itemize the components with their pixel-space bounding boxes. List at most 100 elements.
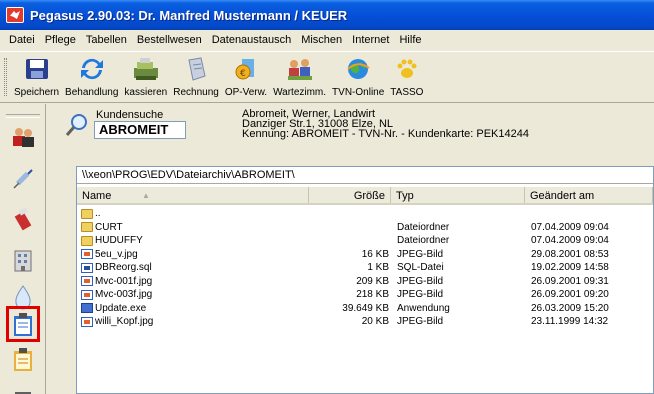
rechnung-button[interactable]: Rechnung: [173, 52, 219, 102]
image-file-icon: [81, 276, 93, 287]
file-name-cell: 5eu_v.jpg: [77, 249, 309, 260]
column-header-date[interactable]: Geändert am: [525, 187, 653, 203]
column-header-size[interactable]: Größe: [309, 187, 391, 203]
sidebar-injection-button[interactable]: [8, 164, 38, 194]
file-name-cell: CURT: [77, 222, 309, 233]
sidebar-medicine-button[interactable]: [8, 204, 38, 234]
tasso-label: TASSO: [390, 87, 424, 98]
folder-icon: [81, 208, 93, 219]
speichern-button[interactable]: Speichern: [14, 52, 59, 102]
speichern-label: Speichern: [14, 87, 60, 98]
file-browser: \\xeon\PROG\EDV\Dateiarchiv\ABROMEIT\ Na…: [76, 166, 654, 394]
op-verw-label: OP-Verw.: [224, 87, 268, 98]
kassieren-button[interactable]: kassieren: [124, 52, 167, 102]
tasso-button[interactable]: TASSO: [390, 52, 423, 102]
column-header-name[interactable]: Name ▲: [77, 187, 309, 203]
customer-search-label: Kundensuche: [96, 109, 164, 121]
op-verw-button[interactable]: € OP-Verw.: [225, 52, 267, 102]
sidebar-more-button[interactable]: [8, 380, 38, 394]
sidebar-customers-button[interactable]: [8, 122, 38, 152]
behandlung-label: Behandlung: [65, 87, 119, 98]
file-size: 20 KB: [361, 316, 389, 328]
image-file-icon: [81, 289, 93, 300]
tvn-online-button[interactable]: TVN-Online: [332, 52, 384, 102]
menu-datenaustausch[interactable]: Datenaustausch: [207, 34, 297, 46]
file-type: JPEG-Bild: [397, 275, 444, 287]
file-type: Dateiordner: [397, 235, 450, 247]
file-row[interactable]: CURT Dateiordner 07.04.2009 09:04: [77, 221, 653, 235]
menu-bestellwesen[interactable]: Bestellwesen: [132, 34, 207, 46]
sidebar-building-button[interactable]: [8, 244, 38, 274]
paw-print-icon: [392, 56, 422, 82]
notepad-icon: [14, 348, 32, 371]
menu-internet[interactable]: Internet: [347, 34, 394, 46]
file-row[interactable]: Update.exe 39.649 KB Anwendung 26.03.2009 1…: [77, 302, 653, 316]
syringe-icon: [13, 169, 33, 189]
menu-datei[interactable]: Datei: [4, 34, 40, 46]
tvn-online-label: TVN-Online: [332, 87, 385, 98]
file-row[interactable]: Mvc-001f.jpg 209 KB JPEG-Bild 26.09.2001 09…: [77, 275, 653, 289]
customer-info: Abromeit, Werner, Landwirt Danziger Str.…: [242, 109, 529, 140]
file-name: Mvc-001f.jpg: [95, 275, 153, 287]
file-type: Dateiordner: [397, 221, 450, 233]
file-name-cell: Update.exe: [77, 303, 309, 314]
waiting-room-people-icon: [285, 56, 315, 82]
menu-hilfe[interactable]: Hilfe: [394, 34, 426, 46]
sidebar-notes-button[interactable]: [8, 344, 38, 374]
file-name-cell: DBReorg.sql: [77, 262, 309, 273]
globe-icon: [343, 56, 373, 82]
file-date: 23.11.1999 14:32: [531, 316, 609, 328]
file-name-cell: HUDUFFY: [77, 235, 309, 246]
file-name-cell: Mvc-003f.jpg: [77, 289, 309, 300]
file-name: willi_Kopf.jpg: [95, 316, 154, 328]
sidebar-separator: [6, 114, 40, 118]
cash-register-icon: [131, 56, 161, 82]
file-row[interactable]: willi_Kopf.jpg 20 KB JPEG-Bild 23.11.1999 1…: [77, 315, 653, 329]
people-icon: [13, 128, 34, 147]
file-row[interactable]: 5eu_v.jpg 16 KB JPEG-Bild 29.08.2001 08:53: [77, 248, 653, 262]
file-name: Update.exe: [95, 302, 147, 314]
medicine-bottle-icon: [14, 207, 32, 231]
file-type: JPEG-Bild: [397, 248, 444, 260]
menu-pflege[interactable]: Pflege: [40, 34, 81, 46]
pegasus-logo-icon: [6, 7, 24, 23]
wartezimmer-button[interactable]: Wartezimm.: [273, 52, 326, 102]
file-name: CURT: [95, 221, 123, 233]
behandlung-button[interactable]: Behandlung: [65, 52, 118, 102]
file-size: 209 KB: [356, 275, 389, 287]
file-name: 5eu_v.jpg: [95, 248, 138, 260]
file-size: 16 KB: [361, 248, 389, 260]
file-name: HUDUFFY: [95, 235, 143, 247]
file-date: 26.09.2001 09:31: [531, 275, 609, 287]
title-bar[interactable]: Pegasus 2.90.03: Dr. Manfred Mustermann …: [0, 0, 654, 30]
file-date: 07.04.2009 09:04: [531, 221, 609, 233]
image-file-icon: [81, 316, 93, 327]
file-row[interactable]: ..: [77, 207, 653, 221]
refresh-arrows-icon: [77, 56, 107, 82]
file-name-cell: ..: [77, 208, 309, 219]
column-name-label: Name: [82, 190, 112, 202]
file-name: Mvc-003f.jpg: [95, 289, 153, 301]
menu-bar: Datei Pflege Tabellen Bestellwesen Daten…: [0, 30, 654, 50]
file-name: ..: [95, 208, 101, 220]
sidebar-file-archive-button[interactable]: [6, 306, 40, 342]
column-header-type[interactable]: Typ: [391, 187, 525, 203]
customer-search-input[interactable]: ABROMEIT: [94, 121, 186, 139]
toolbar-grip[interactable]: [4, 58, 7, 96]
menu-tabellen[interactable]: Tabellen: [81, 34, 132, 46]
menu-mischen[interactable]: Mischen: [296, 34, 347, 46]
floppy-disk-icon: [22, 56, 52, 82]
wartezimmer-label: Wartezimm.: [273, 87, 327, 98]
file-row[interactable]: Mvc-003f.jpg 218 KB JPEG-Bild 26.09.2001 09…: [77, 288, 653, 302]
main-toolbar: Speichern Behandlung kassieren Rechnung …: [0, 51, 654, 103]
building-icon: [14, 250, 32, 272]
kassieren-label: kassieren: [124, 87, 168, 98]
magnifier-icon[interactable]: [64, 112, 90, 138]
file-row[interactable]: HUDUFFY Dateiordner 07.04.2009 09:04: [77, 234, 653, 248]
file-row[interactable]: DBReorg.sql 1 KB SQL-Datei 19.02.2009 14:58: [77, 261, 653, 275]
folder-icon: [81, 235, 93, 246]
file-list: .. CURT Dateiordner 07.04.2009 09:04 HUDUFFY…: [77, 205, 653, 329]
file-date: 07.04.2009 09:04: [531, 235, 609, 247]
path-field[interactable]: \\xeon\PROG\EDV\Dateiarchiv\ABROMEIT\: [77, 167, 653, 184]
file-date: 26.03.2009 15:20: [531, 302, 609, 314]
